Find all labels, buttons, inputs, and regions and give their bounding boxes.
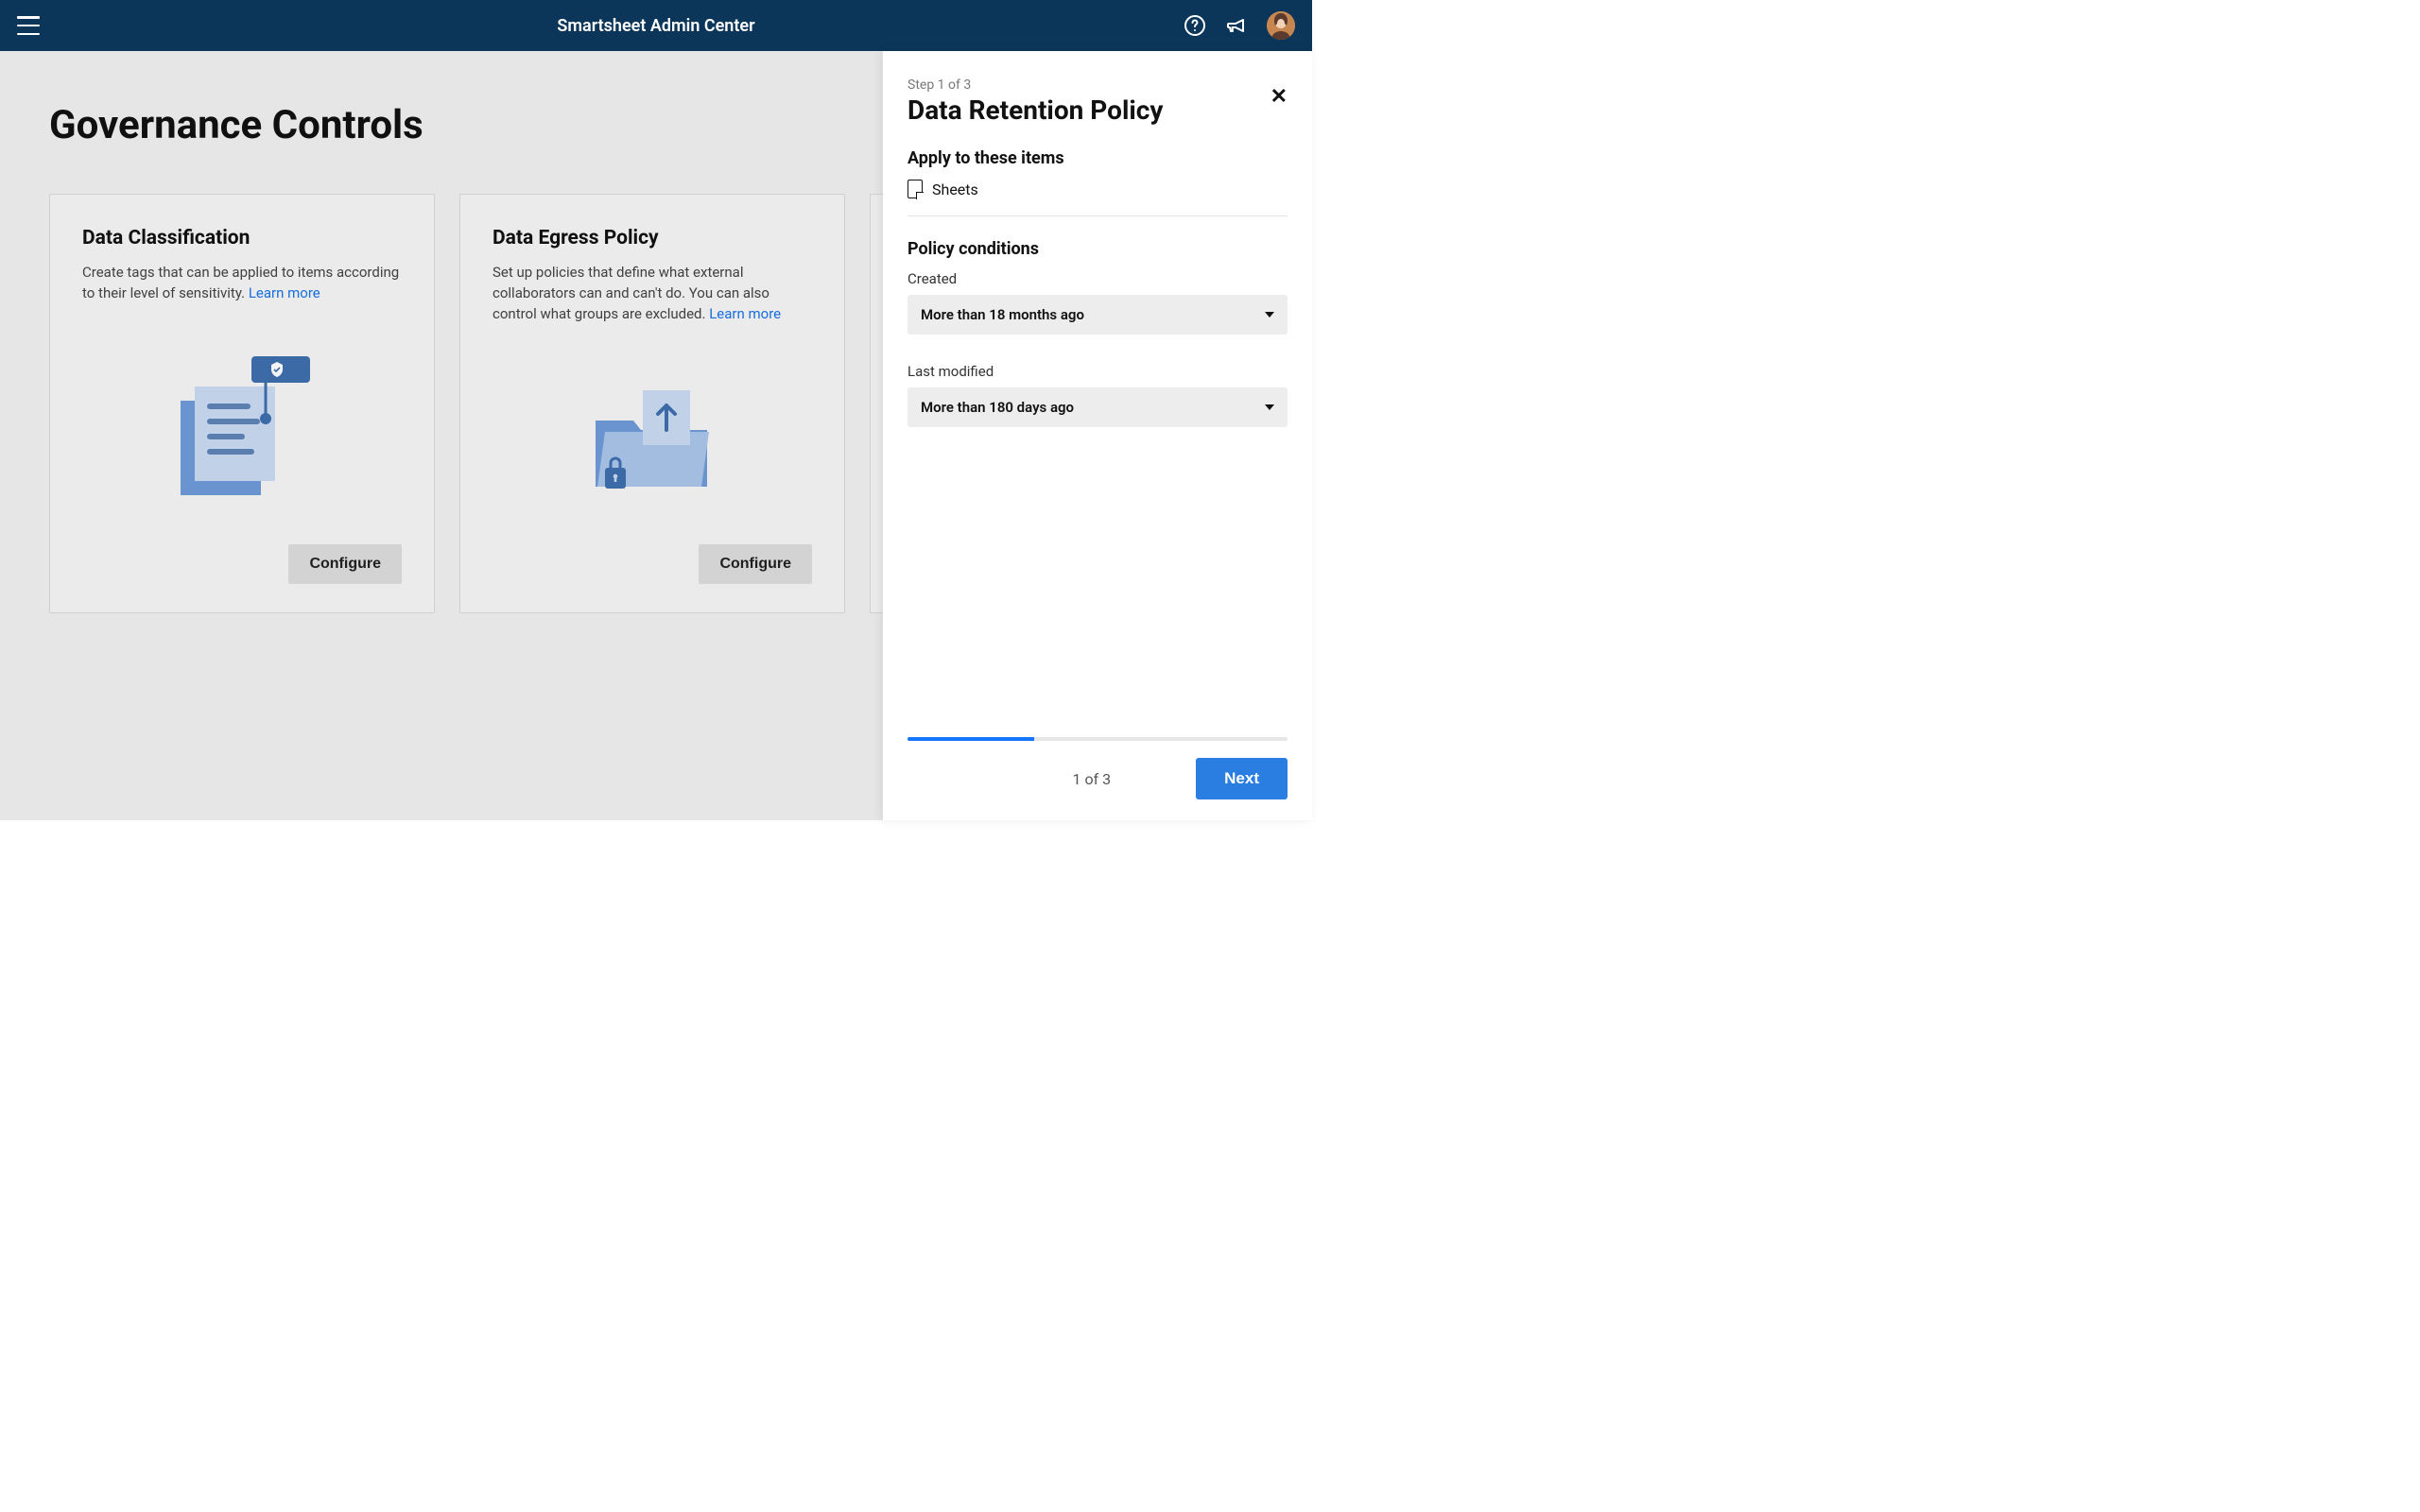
user-avatar[interactable] (1267, 11, 1295, 40)
modified-select-value: More than 180 days ago (921, 399, 1074, 416)
step-indicator: Step 1 of 3 (908, 77, 1288, 93)
chevron-down-icon (1265, 404, 1274, 410)
chevron-down-icon (1265, 312, 1274, 318)
side-panel-data-retention: Step 1 of 3 Data Retention Policy ✕ Appl… (883, 51, 1312, 820)
top-navbar: Smartsheet Admin Center (0, 0, 1312, 51)
created-select-value: More than 18 months ago (921, 306, 1084, 323)
card-description: Set up policies that define what externa… (493, 263, 812, 324)
egress-illustration (493, 324, 812, 544)
configure-button[interactable]: Configure (699, 544, 812, 584)
close-icon[interactable]: ✕ (1270, 85, 1288, 109)
learn-more-link[interactable]: Learn more (249, 284, 320, 301)
configure-button[interactable]: Configure (288, 544, 402, 584)
modified-label: Last modified (908, 363, 1288, 380)
card-data-classification: Data Classification Create tags that can… (49, 194, 435, 613)
menu-icon[interactable] (17, 16, 40, 35)
pager-label: 1 of 3 (1073, 770, 1112, 788)
card-data-egress: Data Egress Policy Set up policies that … (459, 194, 845, 613)
card-description: Create tags that can be applied to items… (82, 263, 402, 304)
next-button[interactable]: Next (1196, 758, 1288, 799)
modified-select[interactable]: More than 180 days ago (908, 387, 1288, 427)
app-title: Smartsheet Admin Center (557, 16, 754, 36)
conditions-heading: Policy conditions (908, 239, 1288, 259)
learn-more-link[interactable]: Learn more (709, 305, 781, 322)
sheet-icon (908, 180, 923, 198)
created-select[interactable]: More than 18 months ago (908, 295, 1288, 335)
apply-item-sheets: Sheets (908, 180, 1288, 216)
card-title: Data Egress Policy (493, 227, 812, 249)
card-title: Data Classification (82, 227, 402, 249)
card-partial (870, 194, 883, 613)
panel-footer: 1 of 3 Next (883, 737, 1312, 820)
apply-item-label: Sheets (932, 180, 978, 198)
progress-bar (908, 737, 1288, 741)
panel-title: Data Retention Policy (908, 94, 1163, 126)
created-label: Created (908, 270, 1288, 287)
classification-illustration (82, 304, 402, 545)
help-icon[interactable] (1184, 14, 1206, 37)
apply-heading: Apply to these items (908, 148, 1288, 168)
announcement-icon[interactable] (1225, 14, 1248, 37)
progress-fill (908, 737, 1034, 741)
